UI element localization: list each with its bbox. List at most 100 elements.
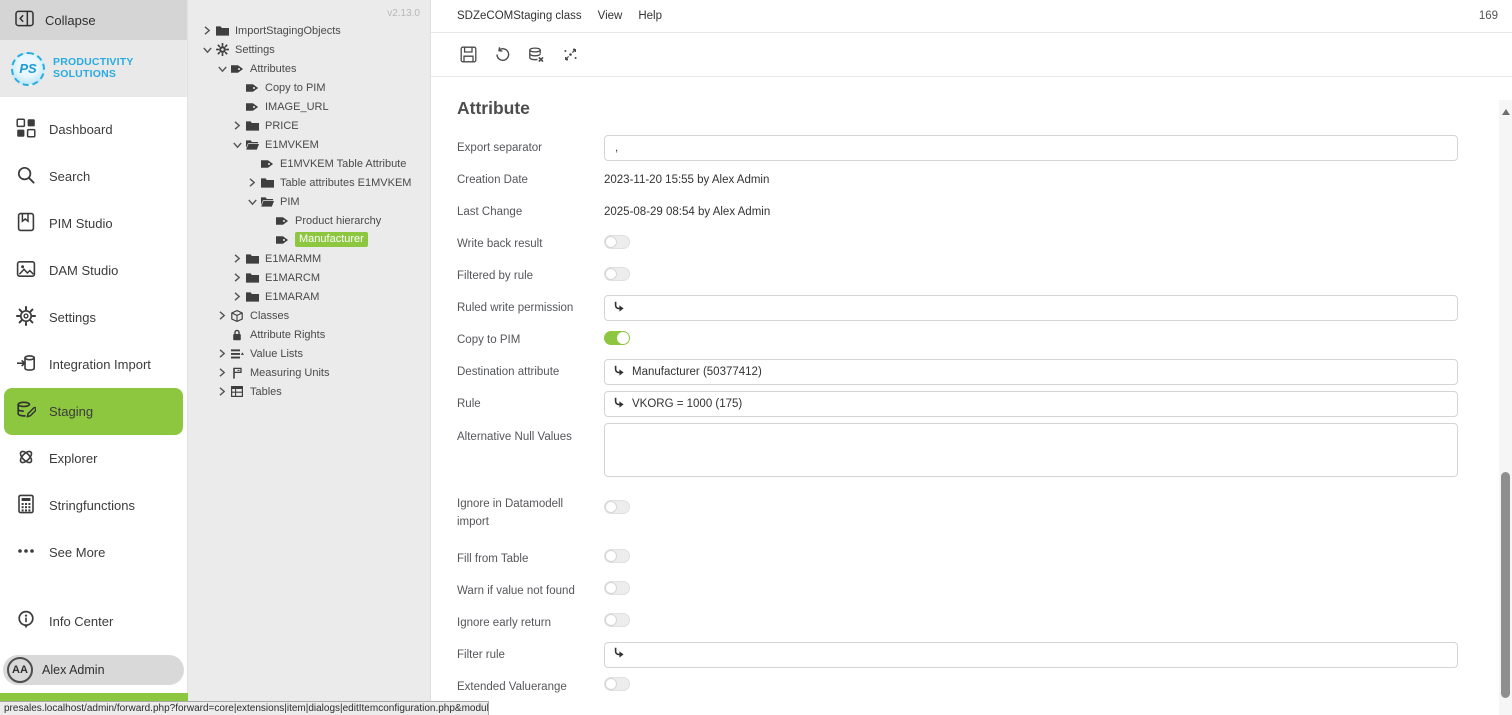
tree-item[interactable]: E1MARMM bbox=[188, 249, 430, 268]
sidebar-item-stringfunctions[interactable]: Stringfunctions bbox=[4, 482, 183, 529]
chevron-right-icon[interactable] bbox=[218, 368, 231, 377]
tree-item[interactable]: Value Lists bbox=[188, 344, 430, 363]
tree-item[interactable]: Attributes bbox=[188, 59, 430, 78]
menu-view[interactable]: View bbox=[598, 10, 623, 22]
alternative-null-values-textarea[interactable] bbox=[604, 423, 1458, 477]
form-row-write-back-result: Write back result bbox=[457, 231, 1458, 257]
sidebar-item-label: Stringfunctions bbox=[49, 498, 135, 513]
chevron-right-icon[interactable] bbox=[233, 273, 246, 282]
tree-item[interactable]: ImportStagingObjects bbox=[188, 21, 430, 40]
filtered-by-rule-toggle[interactable] bbox=[604, 267, 630, 281]
save-icon[interactable] bbox=[457, 44, 479, 66]
chevron-down-icon[interactable] bbox=[203, 46, 216, 54]
tree-item[interactable]: Attribute Rights bbox=[188, 325, 430, 344]
tree-item[interactable]: E1MVKEM Table Attribute bbox=[188, 154, 430, 173]
lock-icon bbox=[231, 329, 245, 341]
dashboard-icon bbox=[16, 118, 36, 141]
sidebar-item-label: Staging bbox=[49, 404, 93, 419]
chevron-right-icon[interactable] bbox=[203, 26, 216, 35]
sidebar-item-label: See More bbox=[49, 545, 105, 560]
chevron-down-icon[interactable] bbox=[233, 141, 246, 149]
tree-item[interactable]: Product hierarchy bbox=[188, 211, 430, 230]
export-separator-input[interactable] bbox=[604, 135, 1458, 161]
tree-item[interactable]: PRICE bbox=[188, 116, 430, 135]
tree-item[interactable]: E1MARAM bbox=[188, 287, 430, 306]
main-area: SDZeCOMStaging class View Help 169 Attri… bbox=[430, 0, 1512, 715]
chevron-down-icon[interactable] bbox=[248, 198, 261, 206]
chevron-down-icon[interactable] bbox=[218, 65, 231, 73]
brand-name: PRODUCTIVITY SOLUTIONS bbox=[53, 57, 134, 80]
rule-input[interactable]: VKORG = 1000 (175) bbox=[604, 391, 1458, 417]
sidebar-item-pim-studio[interactable]: PIM Studio bbox=[4, 200, 183, 247]
menu-app[interactable]: SDZeCOMStaging class bbox=[457, 10, 582, 22]
tag-icon bbox=[276, 235, 290, 245]
integration-import-icon bbox=[16, 353, 36, 376]
folder-icon bbox=[246, 120, 260, 131]
chevron-right-icon[interactable] bbox=[233, 292, 246, 301]
tree-item[interactable]: Classes bbox=[188, 306, 430, 325]
form-row-destination-attribute: Destination attribute Manufacturer (5037… bbox=[457, 359, 1458, 385]
chevron-right-icon[interactable] bbox=[218, 387, 231, 396]
chevron-right-icon[interactable] bbox=[248, 178, 261, 187]
tree-item[interactable]: Measuring Units bbox=[188, 363, 430, 382]
warn-if-value-not-found-toggle[interactable] bbox=[604, 581, 630, 595]
menu-help[interactable]: Help bbox=[638, 10, 662, 22]
rule-arrow-icon bbox=[613, 301, 625, 316]
filter-rule-input[interactable] bbox=[604, 642, 1458, 668]
database-delete-icon[interactable] bbox=[525, 44, 547, 66]
tree-item[interactable]: Copy to PIM bbox=[188, 78, 430, 97]
ruled-write-permission-input[interactable] bbox=[604, 295, 1458, 321]
form-row-ignore-datamodell: Ignore in Datamodell import bbox=[457, 495, 1458, 532]
scroll-up-arrow-icon[interactable] bbox=[1502, 109, 1510, 115]
tree-item[interactable]: Settings bbox=[188, 40, 430, 59]
chevron-right-icon[interactable] bbox=[233, 254, 246, 263]
write-back-result-toggle[interactable] bbox=[604, 235, 630, 249]
form-row-ruled-write-permission: Ruled write permission bbox=[457, 295, 1458, 321]
tree-item[interactable]: E1MARCM bbox=[188, 268, 430, 287]
build-number: 169 bbox=[1479, 10, 1498, 22]
undo-refresh-icon[interactable] bbox=[491, 44, 513, 66]
sidebar-item-see-more[interactable]: See More bbox=[4, 529, 183, 576]
chevron-right-icon[interactable] bbox=[218, 349, 231, 358]
dam-studio-image-icon bbox=[16, 259, 36, 282]
user-name: Alex Admin bbox=[42, 663, 105, 677]
cube-icon bbox=[231, 310, 245, 322]
rule-arrow-icon bbox=[613, 397, 625, 412]
sidebar-item-integration-import[interactable]: Integration Import bbox=[4, 341, 183, 388]
copy-to-pim-toggle[interactable] bbox=[604, 331, 630, 345]
ignore-datamodell-toggle[interactable] bbox=[604, 500, 630, 514]
tree-item[interactable]: Tables bbox=[188, 382, 430, 401]
sidebar-item-search[interactable]: Search bbox=[4, 153, 183, 200]
sidebar-item-dashboard[interactable]: Dashboard bbox=[4, 106, 183, 153]
tree-item[interactable]: IMAGE_URL bbox=[188, 97, 430, 116]
form-row-ignore-early-return: Ignore early return bbox=[457, 610, 1458, 636]
tree-item-selected[interactable]: Manufacturer bbox=[188, 230, 430, 249]
fill-from-table-toggle[interactable] bbox=[604, 549, 630, 563]
destination-attribute-input[interactable]: Manufacturer (50377412) bbox=[604, 359, 1458, 385]
folder-open-icon bbox=[246, 139, 260, 150]
chevron-right-icon[interactable] bbox=[218, 311, 231, 320]
form-row-last-change: Last Change 2025-08-29 08:54 by Alex Adm… bbox=[457, 199, 1458, 225]
distribute-icon[interactable] bbox=[559, 44, 581, 66]
sidebar-item-explorer[interactable]: Explorer bbox=[4, 435, 183, 482]
folder-icon bbox=[216, 25, 230, 36]
sidebar-item-dam-studio[interactable]: DAM Studio bbox=[4, 247, 183, 294]
tree-item[interactable]: E1MVKEM bbox=[188, 135, 430, 154]
extended-valuerange-toggle[interactable] bbox=[604, 677, 630, 691]
tree: ImportStagingObjects Settings Attributes… bbox=[188, 0, 430, 401]
sidebar-item-info-center[interactable]: Info Center bbox=[4, 598, 183, 645]
scrollbar-thumb[interactable] bbox=[1501, 472, 1510, 698]
tree-item[interactable]: Table attributes E1MVKEM bbox=[188, 173, 430, 192]
user-menu[interactable]: AA Alex Admin bbox=[3, 655, 184, 685]
sidebar-item-staging[interactable]: Staging bbox=[4, 388, 183, 435]
vertical-scrollbar[interactable] bbox=[1499, 100, 1512, 715]
tree-item[interactable]: PIM bbox=[188, 192, 430, 211]
sidebar-footer: Info Center AA Alex Admin bbox=[0, 598, 187, 685]
collapse-button[interactable]: Collapse bbox=[0, 0, 187, 40]
chevron-right-icon[interactable] bbox=[233, 121, 246, 130]
ignore-early-return-toggle[interactable] bbox=[604, 613, 630, 627]
explorer-knot-icon bbox=[16, 447, 36, 470]
sidebar-item-settings[interactable]: Settings bbox=[4, 294, 183, 341]
status-bar-link-preview: presales.localhost/admin/forward.php?for… bbox=[0, 701, 489, 715]
menubar: SDZeCOMStaging class View Help 169 bbox=[431, 0, 1512, 33]
